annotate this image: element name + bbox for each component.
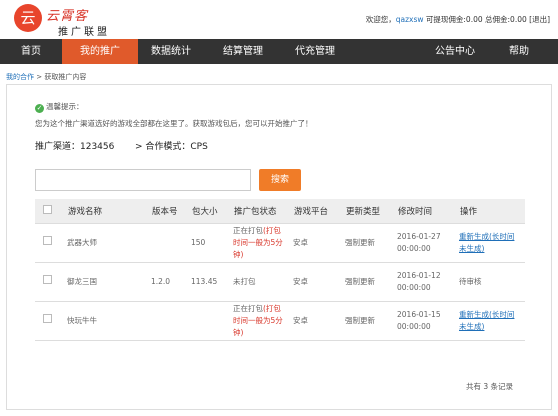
cell-update-type: 强制更新 [341, 301, 393, 341]
cell-size: 150 [187, 223, 229, 263]
regenerate-link[interactable]: 重新生成(长时间未生成) [459, 232, 514, 253]
breadcrumb-link[interactable]: 我的合作 [6, 73, 34, 81]
tip-title: 温馨提示： [46, 102, 84, 111]
col-game-name: 游戏名称 [63, 199, 147, 224]
table-row: 御龙三国 1.2.0 113.45 未打包 安卓 强制更新 2016-01-12… [35, 262, 525, 302]
breadcrumb: 我的合作 > 获取推广内容 [6, 72, 86, 82]
breadcrumb-separator: > [34, 73, 45, 81]
cell-platform: 安卓 [289, 223, 341, 263]
info-check-icon: ✓ [35, 104, 44, 113]
cell-status: 正在打包(打包时间一般为5分钟) [229, 301, 289, 341]
modified-time: 00:00:00 [397, 243, 431, 253]
nav-item-my-promotion[interactable]: 我的推广 [62, 39, 138, 64]
nav-item-recharge[interactable]: 代充管理 [282, 39, 348, 64]
status-text: 正在打包 [233, 303, 263, 313]
nav-item-help[interactable]: 帮助 [496, 39, 542, 64]
cell-modified: 2016-01-15 00:00:00 [393, 301, 455, 341]
nav-item-announcements[interactable]: 公告中心 [424, 39, 486, 64]
balance-text: 可提现佣金:0.00 总佣金:0.00 [425, 15, 527, 24]
channel-info: 推广渠道：123456 [35, 142, 115, 152]
col-platform: 游戏平台 [289, 199, 341, 224]
cell-game-name: 武器大师 [63, 223, 147, 263]
username-link[interactable]: qazxsw [396, 15, 424, 24]
modified-date: 2016-01-15 [397, 309, 441, 319]
row-checkbox[interactable] [43, 236, 52, 245]
cell-platform: 安卓 [289, 262, 341, 302]
cell-platform: 安卓 [289, 301, 341, 341]
row-select-cell [35, 262, 63, 302]
select-all-checkbox[interactable] [43, 204, 52, 214]
games-table: 游戏名称 版本号 包大小 推广包状态 游戏平台 更新类型 修改时间 操作 武器大… [35, 199, 525, 341]
header: 云 云霄客 推广联盟 欢迎您，qazxsw 可提现佣金:0.00 总佣金:0.0… [0, 0, 558, 38]
cell-status: 未打包 [229, 262, 289, 302]
search-button[interactable]: 搜索 [259, 169, 301, 191]
logout-link[interactable]: [退出] [529, 15, 550, 24]
regenerate-link[interactable]: 重新生成(长时间未生成) [459, 310, 514, 331]
cell-game-name: 快玩牛牛 [63, 301, 147, 341]
mode-info: > 合作模式：CPS [135, 142, 208, 152]
nav-item-home[interactable]: 首页 [0, 39, 62, 64]
col-status: 推广包状态 [229, 199, 289, 224]
pending-review-text: 待审核 [459, 276, 482, 286]
col-size: 包大小 [187, 199, 229, 224]
nav-item-statistics[interactable]: 数据统计 [138, 39, 204, 64]
breadcrumb-current: 获取推广内容 [44, 73, 87, 81]
content-card: ✓ 温馨提示： 您为这个推广渠道选好的游戏全部都在这里了。获取游戏包后，您可以开始… [6, 84, 552, 410]
cell-version [147, 223, 187, 263]
cell-modified: 2016-01-12 00:00:00 [393, 262, 455, 302]
cell-update-type: 强制更新 [341, 223, 393, 263]
col-action: 操作 [455, 199, 525, 224]
tip-body: 您为这个推广渠道选好的游戏全部都在这里了。获取游戏包后，您可以开始推广了！ [35, 119, 313, 128]
row-select-cell [35, 223, 63, 263]
status-text: 未打包 [233, 276, 256, 286]
cell-game-name: 御龙三国 [63, 262, 147, 302]
cell-modified: 2016-01-27 00:00:00 [393, 223, 455, 263]
table-row: 武器大师 150 正在打包(打包时间一般为5分钟) 安卓 强制更新 2016-0… [35, 223, 525, 263]
col-modified: 修改时间 [393, 199, 455, 224]
modified-date: 2016-01-12 [397, 270, 441, 280]
tip-header: ✓ 温馨提示： [35, 101, 84, 113]
status-text: 正在打包 [233, 225, 263, 235]
logo-icon: 云 [14, 4, 42, 32]
col-version: 版本号 [147, 199, 187, 224]
nav-item-settlement[interactable]: 结算管理 [210, 39, 276, 64]
table-header-row: 游戏名称 版本号 包大小 推广包状态 游戏平台 更新类型 修改时间 操作 [35, 199, 525, 224]
cell-action: 待审核 [455, 262, 525, 302]
cell-version: 1.2.0 [147, 262, 187, 302]
logo-title: 云霄客 [46, 9, 89, 24]
col-update-type: 更新类型 [341, 199, 393, 224]
cell-action: 重新生成(长时间未生成) [455, 301, 525, 341]
logo[interactable]: 云 云霄客 推广联盟 [14, 4, 134, 38]
table-row: 快玩牛牛 正在打包(打包时间一般为5分钟) 安卓 强制更新 2016-01-15… [35, 301, 525, 341]
row-checkbox[interactable] [43, 275, 52, 284]
main-nav: 首页 我的推广 数据统计 结算管理 代充管理 公告中心 帮助 [0, 39, 558, 64]
select-all-cell [35, 199, 63, 224]
row-checkbox[interactable] [43, 314, 52, 323]
cell-size: 113.45 [187, 262, 229, 302]
user-bar: 欢迎您，qazxsw 可提现佣金:0.00 总佣金:0.00 [退出] [366, 14, 550, 25]
welcome-text: 欢迎您， [365, 15, 396, 24]
logo-subtitle: 推广联盟 [58, 27, 110, 38]
modified-time: 00:00:00 [397, 282, 431, 292]
cell-version [147, 301, 187, 341]
cell-status: 正在打包(打包时间一般为5分钟) [229, 223, 289, 263]
cell-size [187, 301, 229, 341]
modified-time: 00:00:00 [397, 321, 431, 331]
modified-date: 2016-01-27 [397, 231, 441, 241]
row-select-cell [35, 301, 63, 341]
cell-action: 重新生成(长时间未生成) [455, 223, 525, 263]
record-count: 共有 3 条记录 [465, 382, 513, 391]
search-input[interactable] [35, 169, 251, 191]
cell-update-type: 强制更新 [341, 262, 393, 302]
